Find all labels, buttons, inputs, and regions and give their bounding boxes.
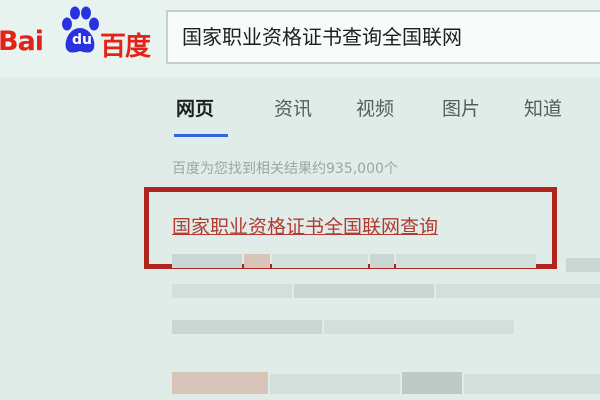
blurred-text: [436, 284, 600, 298]
result-count: 百度为您找到相关结果约935,000个: [172, 161, 398, 177]
blurred-text: [324, 320, 514, 334]
tab-images[interactable]: 图片: [442, 94, 480, 121]
paw-icon: [62, 6, 99, 53]
baidu-logo[interactable]: Bai du 百度: [0, 4, 158, 70]
blurred-text: [172, 320, 322, 334]
blurred-text: [294, 284, 434, 298]
tab-video[interactable]: 视频: [356, 94, 394, 121]
blurred-text: [270, 374, 400, 394]
blurred-text: [172, 372, 268, 394]
blurred-text: [566, 258, 600, 272]
tab-zhidao[interactable]: 知道: [524, 94, 562, 121]
blurred-text: [464, 374, 600, 394]
search-input[interactable]: [182, 12, 600, 62]
page: Bai du 百度 网页 资讯 视频 图片 知道 百度为您找到相关结果约935,…: [0, 0, 600, 400]
blurred-text: [370, 254, 394, 268]
blurred-text: [396, 254, 536, 268]
tab-news[interactable]: 资讯: [274, 94, 312, 121]
tab-web[interactable]: 网页: [176, 94, 214, 121]
logo-text-left: Bai: [0, 26, 44, 57]
search-tabs: 网页 资讯 视频 图片 知道: [152, 78, 600, 138]
result-title-link[interactable]: 国家职业资格证书全国联网查询: [172, 212, 438, 239]
blurred-text: [272, 254, 368, 268]
blurred-text: [244, 254, 270, 268]
header: Bai du 百度: [0, 0, 600, 78]
blurred-text: [172, 284, 292, 298]
logo-text-right: 百度: [100, 32, 151, 62]
blurred-text: [402, 372, 462, 394]
blurred-text: [172, 254, 242, 268]
search-box[interactable]: [166, 10, 600, 64]
logo-text-mid: du: [72, 32, 92, 48]
active-tab-indicator: [174, 134, 228, 137]
